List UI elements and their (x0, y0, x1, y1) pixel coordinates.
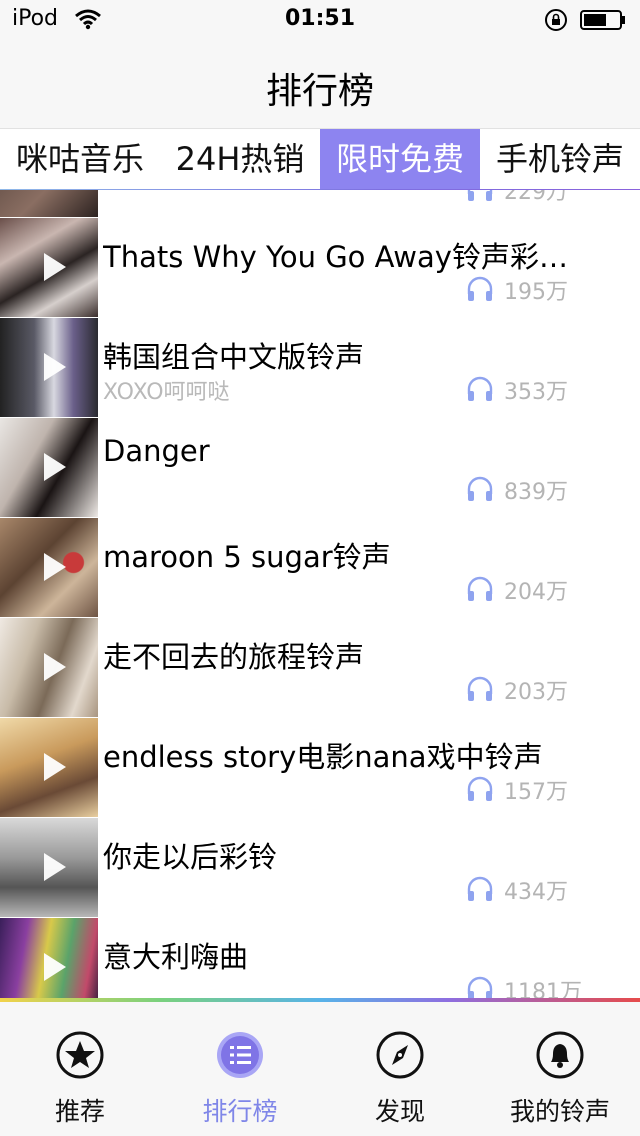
tab-bar-item-recommend[interactable]: 推荐 (0, 1002, 160, 1136)
play-count: 839万 (504, 480, 568, 505)
ringtone-title: 意大利嗨曲 (103, 940, 249, 974)
list-item[interactable]: 走不回去的旅程铃声 203万 (0, 618, 640, 719)
ringtone-list[interactable]: 229万 Thats Why You Go Away铃声彩… 195万 韩国组合… (0, 190, 640, 1000)
cover-thumbnail (0, 718, 98, 817)
headphones-icon (467, 676, 493, 701)
list-item[interactable]: maroon 5 sugar铃声 204万 (0, 518, 640, 619)
tab-phone-ringtones[interactable]: 手机铃声 (480, 129, 640, 189)
list-item[interactable]: endless story电影nana戏中铃声 157万 (0, 718, 640, 819)
cover-thumbnail (0, 190, 98, 217)
play-icon[interactable] (44, 553, 66, 581)
bell-icon (536, 1031, 584, 1079)
list-item[interactable]: Thats Why You Go Away铃声彩… 195万 (0, 218, 640, 319)
list-item[interactable]: 229万 (0, 190, 640, 219)
headphones-icon (467, 190, 493, 201)
play-count: 1181万 (504, 980, 582, 1000)
headphones-icon (467, 876, 493, 901)
tab-bar-label: 排行榜 (202, 1097, 278, 1126)
play-count: 229万 (504, 190, 568, 205)
tab-bar-label: 发现 (374, 1097, 425, 1126)
ringtone-title: endless story电影nana戏中铃声 (103, 740, 543, 774)
navigation-bar: 排行榜 (0, 40, 640, 128)
cover-thumbnail (0, 818, 98, 917)
headphones-icon (467, 776, 493, 801)
ringtone-title: Danger (103, 434, 210, 468)
headphones-icon (467, 276, 493, 301)
cover-thumbnail (0, 618, 98, 717)
cover-thumbnail (0, 318, 98, 417)
status-bar: iPod 01:51 (0, 0, 640, 40)
tab-bar-label: 推荐 (54, 1097, 105, 1126)
ringtone-title: 走不回去的旅程铃声 (103, 640, 365, 674)
tab-migu-music[interactable]: 咪咕音乐 (0, 129, 160, 189)
play-count: 353万 (504, 380, 568, 405)
list-item[interactable]: 你走以后彩铃 434万 (0, 818, 640, 919)
compass-icon (376, 1031, 424, 1079)
tab-bar-label: 我的铃声 (509, 1097, 610, 1126)
play-icon[interactable] (44, 953, 66, 981)
category-tabs: 咪咕音乐 24H热销 限时免费 手机铃声 (0, 128, 640, 191)
list-icon (217, 1032, 263, 1078)
ringtone-title: Thats Why You Go Away铃声彩… (103, 240, 568, 274)
play-icon[interactable] (44, 253, 66, 281)
headphones-icon (467, 376, 493, 401)
tab-bar-item-my-ringtones[interactable]: 我的铃声 (480, 1002, 640, 1136)
play-icon[interactable] (44, 853, 66, 881)
play-count: 434万 (504, 880, 568, 905)
rotation-lock-icon (545, 9, 567, 31)
list-item[interactable]: 韩国组合中文版铃声 XOXO呵呵哒 353万 (0, 318, 640, 419)
play-icon[interactable] (44, 353, 66, 381)
ringtone-title: 韩国组合中文版铃声 (103, 340, 365, 374)
headphones-icon (467, 576, 493, 601)
play-icon[interactable] (44, 653, 66, 681)
cover-thumbnail (0, 418, 98, 517)
play-count: 157万 (504, 780, 568, 805)
play-count: 195万 (504, 280, 568, 305)
tab-bar: 推荐 排行榜 发现 我的铃声 (0, 1002, 640, 1136)
play-icon[interactable] (44, 753, 66, 781)
tab-limited-free[interactable]: 限时免费 (320, 129, 480, 189)
tab-bar-item-discover[interactable]: 发现 (320, 1002, 480, 1136)
play-count: 203万 (504, 680, 568, 705)
play-icon[interactable] (44, 453, 66, 481)
cover-thumbnail (0, 518, 98, 617)
artist-name: XOXO呵呵哒 (103, 380, 230, 405)
battery-icon (580, 10, 625, 30)
headphones-icon (467, 976, 493, 1000)
headphones-icon (467, 476, 493, 501)
list-item[interactable]: Danger 839万 (0, 418, 640, 519)
play-count: 204万 (504, 580, 568, 605)
page-title: 排行榜 (265, 71, 374, 112)
tab-bar-item-rankings[interactable]: 排行榜 (160, 1002, 320, 1136)
cover-thumbnail (0, 218, 98, 317)
list-item[interactable]: 意大利嗨曲 1181万 (0, 918, 640, 1000)
tab-24h-hot[interactable]: 24H热销 (160, 129, 320, 189)
ringtone-title: 你走以后彩铃 (103, 840, 278, 874)
ringtone-title: maroon 5 sugar铃声 (103, 540, 391, 574)
cover-thumbnail (0, 918, 98, 1000)
star-icon (56, 1031, 104, 1079)
